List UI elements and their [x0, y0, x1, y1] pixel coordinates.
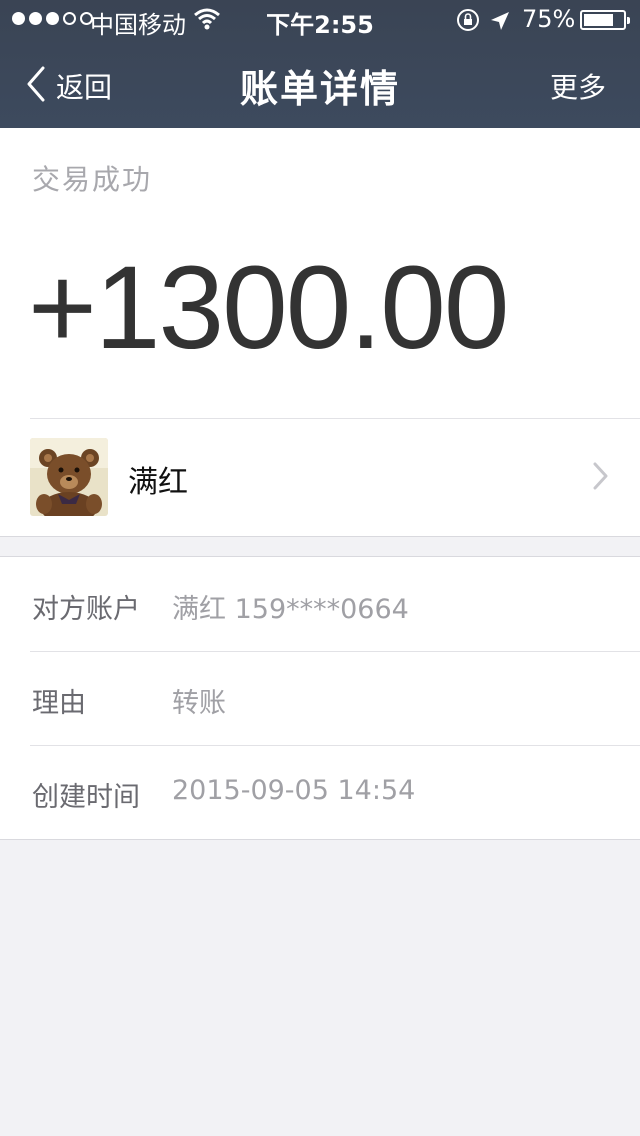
transaction-status: 交易成功: [32, 163, 153, 196]
chevron-left-icon: [26, 66, 46, 106]
detail-value: 满红 159****0664: [172, 594, 409, 625]
battery-fill: [584, 14, 613, 26]
transaction-summary-card: 交易成功 +1300.00 满红: [0, 128, 640, 537]
battery-percent: 75%: [522, 5, 576, 33]
detail-label: 对方账户: [32, 594, 140, 625]
battery-icon: [580, 10, 630, 30]
payer-name: 满红: [128, 465, 188, 500]
transaction-amount: +1300.00: [28, 242, 509, 374]
detail-row-created-time: 创建时间 2015-09-05 14:54: [0, 745, 640, 839]
back-button[interactable]: 返回: [26, 66, 112, 106]
navigation-bar: 返回 账单详情 更多: [0, 40, 640, 128]
detail-label: 理由: [32, 688, 86, 719]
detail-row-reason: 理由 转账: [0, 651, 640, 745]
chevron-right-icon: [592, 462, 608, 494]
detail-row-account: 对方账户 满红 159****0664: [0, 557, 640, 651]
status-bar: 中国移动 下午2:55 75%: [0, 0, 640, 40]
detail-value: 2015-09-05 14:54: [172, 775, 416, 806]
orientation-lock-icon: [456, 8, 480, 38]
back-label: 返回: [56, 71, 113, 104]
location-arrow-icon: [490, 9, 510, 37]
avatar: [30, 438, 108, 516]
payer-row[interactable]: 满红: [0, 419, 640, 536]
detail-value: 转账: [172, 688, 226, 719]
transaction-details-card: 对方账户 满红 159****0664 理由 转账 创建时间 2015-09-0…: [0, 556, 640, 840]
top-bar: 中国移动 下午2:55 75% 返回 账单详情 更多: [0, 0, 640, 128]
detail-label: 创建时间: [32, 782, 140, 813]
more-button[interactable]: 更多: [550, 66, 606, 106]
